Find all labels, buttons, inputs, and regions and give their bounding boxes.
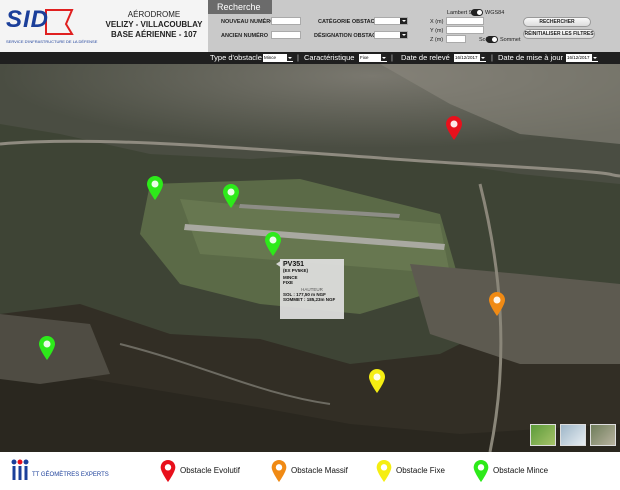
popup-id: PV351 xyxy=(283,261,305,268)
survey-date-label: Date de relevé xyxy=(401,53,450,62)
legend-evolutif: Obstacle Evolutif xyxy=(160,460,240,482)
chevron-down-icon xyxy=(381,54,387,61)
basemap-thumbnail-terrain[interactable] xyxy=(530,424,556,446)
search-button[interactable]: RECHERCHER xyxy=(523,17,591,27)
chevron-down-icon xyxy=(480,54,486,61)
aerodrome-label: AÉRODROME xyxy=(127,10,181,19)
y-label: Y (m) xyxy=(430,28,444,34)
legend-label: Obstacle Fixe xyxy=(396,466,445,475)
reset-filters-button[interactable]: RÉINITIALISER LES FILTRES xyxy=(523,29,595,39)
survey-date-value: 16/12/2017 xyxy=(455,55,478,60)
search-tab[interactable]: Recherche xyxy=(208,0,272,14)
chevron-down-icon xyxy=(400,18,407,24)
logo-text: SID xyxy=(6,6,50,33)
green-pin-icon xyxy=(473,460,489,482)
obstacle-marker-red[interactable] xyxy=(446,116,462,140)
legend-fixe: Obstacle Fixe xyxy=(376,460,445,482)
char-filter-value: Fixe xyxy=(360,55,369,60)
aerodrome-title: AÉRODROME VELIZY - VILLACOUBLAY BASE AÉR… xyxy=(100,10,208,39)
obstacle-popup: PV351 (EX PV5KE) MINCE FIXE HAUTEUR SOL … xyxy=(280,259,344,319)
aerodrome-base: BASE AÉRIENNE - 107 xyxy=(111,30,197,39)
designation-select[interactable] xyxy=(374,31,408,39)
designation-label: DÉSIGNATION OBSTACLE xyxy=(314,33,384,39)
z-input[interactable] xyxy=(446,35,466,43)
company-name: TT GÉOMÈTRES EXPERTS xyxy=(32,472,109,478)
z-label: Z (m) xyxy=(430,37,444,43)
update-date-label: Date de mise à jour xyxy=(498,53,564,62)
new-number-input[interactable] xyxy=(271,17,301,25)
chevron-down-icon xyxy=(400,32,407,38)
sid-logo: SID SERVICE D'INFRASTRUCTURE DE LA DÉFEN… xyxy=(6,6,97,46)
type-filter-value: Mince xyxy=(264,55,277,60)
new-number-label: NOUVEAU NUMÉRO xyxy=(221,19,275,25)
filter-bar: Type d'obstacle Mince | Caractéristique … xyxy=(0,52,620,64)
sommet-label: Sommet xyxy=(500,37,521,43)
separator: | xyxy=(491,53,493,62)
char-filter-select[interactable]: Fixe xyxy=(359,54,387,62)
aerodrome-name: VELIZY - VILLACOUBLAY xyxy=(105,20,203,29)
obstacle-marker-green[interactable] xyxy=(39,336,55,360)
old-number-label: ANCIEN NUMÉRO xyxy=(221,33,269,39)
popup-sommet: SOMMET : 185,23m NGF xyxy=(283,297,336,302)
footer: TT GÉOMÈTRES EXPERTS Obstacle Evolutif O… xyxy=(0,452,620,490)
popup-char: FIXE xyxy=(283,280,294,285)
separator: | xyxy=(391,53,393,62)
obstacle-marker-green[interactable] xyxy=(223,184,239,208)
satellite-imagery xyxy=(0,64,620,452)
type-filter-label: Type d'obstacle xyxy=(210,53,262,62)
obstacle-marker-green[interactable] xyxy=(265,232,281,256)
obstacle-marker-orange[interactable] xyxy=(489,292,505,316)
legend-label: Obstacle Massif xyxy=(291,466,348,475)
update-date-select[interactable]: 16/12/2017 xyxy=(566,54,598,62)
category-select[interactable] xyxy=(374,17,408,25)
satellite-map[interactable]: PV351 (EX PV5KE) MINCE FIXE HAUTEUR SOL … xyxy=(0,64,620,452)
red-pin-icon xyxy=(160,460,176,482)
logo-subtitle: SERVICE D'INFRASTRUCTURE DE LA DÉFENSE xyxy=(6,39,98,44)
company-logo: TT GÉOMÈTRES EXPERTS xyxy=(10,458,110,484)
update-date-value: 16/12/2017 xyxy=(567,55,590,60)
separator: | xyxy=(297,53,299,62)
app: SID SERVICE D'INFRASTRUCTURE DE LA DÉFEN… xyxy=(0,0,620,490)
projection-toggle[interactable] xyxy=(471,9,483,16)
category-label: CATÉGORIE OBSTACLE xyxy=(318,19,382,25)
x-input[interactable] xyxy=(446,17,484,25)
type-filter-select[interactable]: Mince xyxy=(263,54,293,62)
obstacle-marker-yellow[interactable] xyxy=(369,369,385,393)
legend-label: Obstacle Mince xyxy=(493,466,549,475)
char-filter-label: Caractéristique xyxy=(304,53,355,62)
orange-pin-icon xyxy=(271,460,287,482)
old-number-input[interactable] xyxy=(271,31,301,39)
obstacle-marker-green[interactable] xyxy=(147,176,163,200)
survey-date-select[interactable]: 16/12/2017 xyxy=(454,54,486,62)
y-input[interactable] xyxy=(446,26,484,34)
tt-logo-icon xyxy=(11,459,29,480)
popup-old-id: (EX PV5KE) xyxy=(283,268,309,273)
basemap-thumbnail-satellite[interactable] xyxy=(590,424,616,446)
chevron-down-icon xyxy=(287,54,293,61)
wgs-label: WGS84 xyxy=(485,10,505,16)
chevron-down-icon xyxy=(592,54,598,61)
legend-mince: Obstacle Mince xyxy=(473,460,548,482)
legend-massif: Obstacle Massif xyxy=(271,460,348,482)
sol-sommet-toggle[interactable] xyxy=(486,36,498,43)
basemap-thumbnail-plan[interactable] xyxy=(560,424,586,446)
yellow-pin-icon xyxy=(376,460,392,482)
x-label: X (m) xyxy=(430,19,444,25)
legend-label: Obstacle Evolutif xyxy=(180,466,241,475)
